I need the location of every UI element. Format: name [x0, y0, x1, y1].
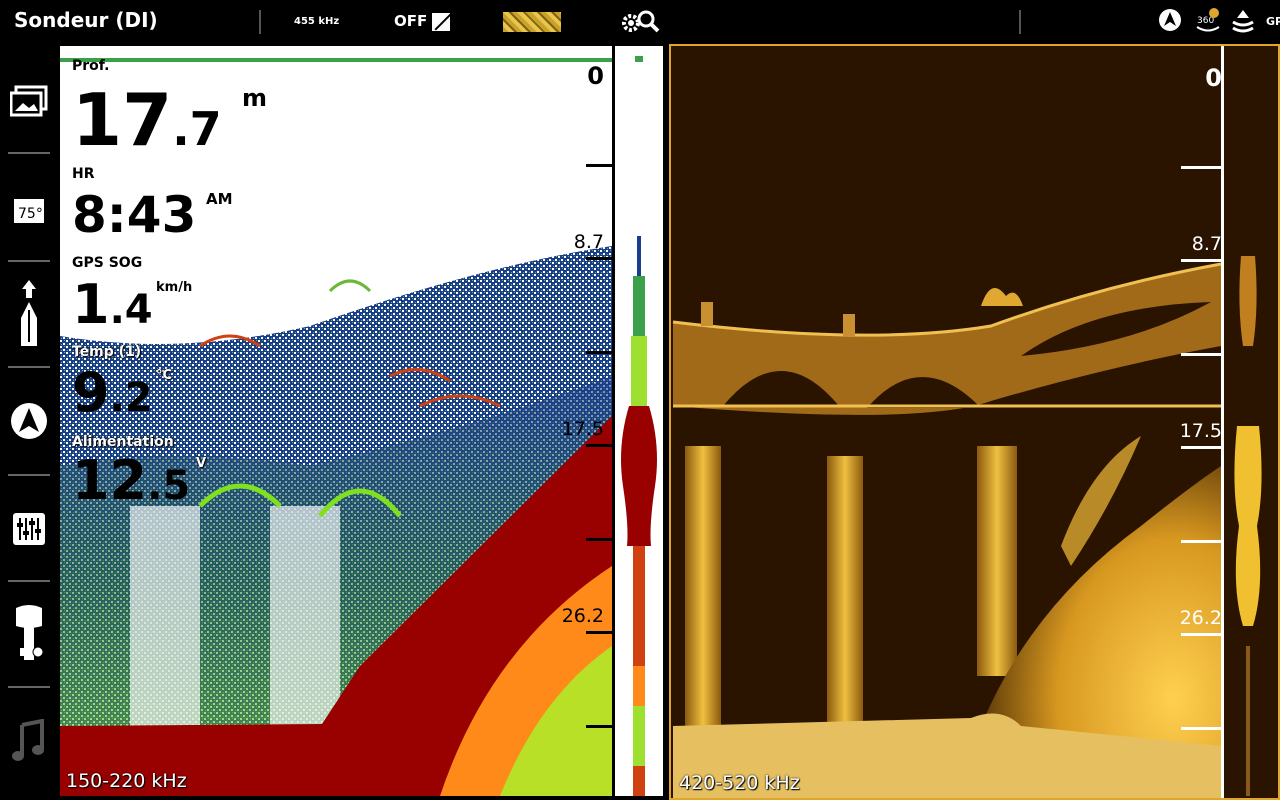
motor-icon[interactable]	[8, 582, 50, 688]
top-bar: Sondeur (DI) 455 kHz OFF 360 GPS	[0, 0, 1280, 44]
a-scope-image	[621, 56, 657, 796]
depth-scale-label: 0	[1205, 64, 1222, 92]
scale-line	[1221, 46, 1224, 798]
a-scope-column[interactable]	[612, 46, 666, 796]
depth-scale-label: 8.7	[1191, 233, 1222, 255]
depth-tick	[1181, 633, 1221, 636]
depth-tick	[586, 631, 612, 634]
left-sidebar: 75°	[0, 44, 58, 800]
frequency-label: 150-220 kHz	[66, 770, 187, 792]
sonar-2d-view[interactable]: Prof. 17.7 m HR 8:43 AM GPS SOG 1.4 km/h…	[60, 46, 612, 796]
navigation-icon[interactable]	[8, 368, 50, 474]
down-imaging-view[interactable]: 0 8.7 17.5 26.2 35 420-520 kHz	[669, 44, 1280, 800]
divider	[1019, 10, 1021, 34]
boat-icon[interactable]	[8, 262, 50, 368]
overlay-toggle-icon[interactable]	[432, 13, 450, 31]
depth-tick	[586, 257, 612, 260]
view-title[interactable]: Sondeur (DI)	[14, 8, 158, 32]
temperature-icon[interactable]: 75°	[8, 155, 50, 261]
depth-scale: 0 8.7 17.5 26.2 35	[671, 46, 1278, 798]
sonar-icon[interactable]	[1230, 8, 1256, 34]
depth-tick	[1181, 259, 1221, 262]
depth-tick	[586, 350, 612, 354]
depth-scale-label: 8.7	[573, 231, 604, 253]
divider	[259, 10, 261, 34]
svg-text:75°: 75°	[18, 206, 43, 222]
navigation-icon[interactable]	[1158, 8, 1184, 34]
depth-tick	[586, 444, 612, 447]
depth-scale-label: 26.2	[561, 605, 604, 627]
gps-icon[interactable]: GPS	[1266, 15, 1280, 28]
frequency-label: 420-520 kHz	[679, 772, 800, 794]
controls-icon[interactable]	[8, 476, 50, 582]
depth-tick	[1181, 539, 1221, 543]
depth-scale-label: 35	[571, 792, 604, 796]
depth-scale-label: 17.5	[561, 418, 604, 440]
depth-scale: 0 8.7 17.5 26.2 35	[60, 46, 612, 796]
views-icon[interactable]	[8, 48, 50, 154]
depth-tick	[586, 724, 612, 728]
depth-tick	[1181, 446, 1221, 449]
depth-tick	[1181, 165, 1221, 169]
chart-thumbnail-icon[interactable]	[503, 12, 561, 32]
settings-search-icon[interactable]	[620, 9, 662, 39]
depth-scale-label: 26.2	[1179, 607, 1222, 629]
depth-tick	[1181, 726, 1221, 730]
depth-tick	[586, 537, 612, 541]
chart-overlay-status[interactable]: OFF	[394, 12, 427, 30]
depth-scale-label: 35	[1189, 794, 1222, 798]
music-icon[interactable]	[8, 688, 50, 794]
depth-scale-label: 17.5	[1179, 420, 1222, 442]
frequency-readout[interactable]: 455 kHz	[294, 16, 339, 27]
depth-scale-label: 0	[587, 62, 604, 90]
divider	[8, 152, 50, 154]
360-icon[interactable]: 360	[1194, 8, 1220, 34]
depth-tick	[1181, 352, 1221, 356]
depth-tick	[586, 163, 612, 167]
